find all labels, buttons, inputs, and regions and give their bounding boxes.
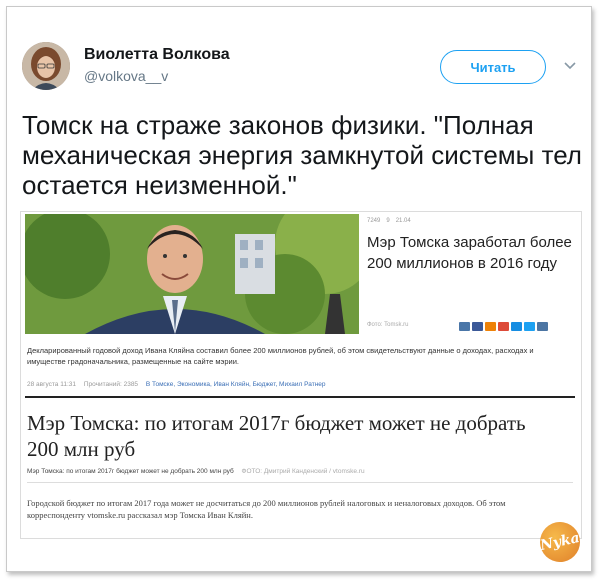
side-headline[interactable]: Мэр Томска заработал более 200 миллионов… bbox=[367, 232, 573, 274]
watermark-text: Nyka bbox=[538, 530, 582, 554]
meta-tags[interactable]: В Томске, Экономика, Иван Кляйн, Бюджет,… bbox=[146, 381, 326, 388]
meta-views: Прочитаний: 2385 bbox=[83, 381, 139, 388]
chevron-down-icon[interactable] bbox=[563, 58, 577, 72]
article-meta: 28 августа 11:31 Прочитаний: 2385 В Томс… bbox=[27, 381, 326, 388]
embedded-screenshot[interactable]: 7249 9 21.04 Мэр Томска заработал более … bbox=[20, 211, 582, 539]
second-headline[interactable]: Мэр Томска: по итогам 2017г бюджет может… bbox=[27, 410, 557, 462]
article-lead: Декларированный годовой доход Ивана Кляй… bbox=[27, 346, 534, 366]
avatar[interactable] bbox=[22, 42, 70, 90]
caption-text: Мэр Томска: по итогам 2017г бюджет может… bbox=[27, 468, 234, 475]
follow-button[interactable]: Читать bbox=[440, 50, 546, 84]
twitter-share-icon[interactable] bbox=[524, 322, 535, 331]
tweet-text: Томск на страже законов физики. "Полная … bbox=[22, 110, 582, 200]
author-name[interactable]: Виолетта Волкова bbox=[84, 46, 230, 64]
article-date: 21.04 bbox=[395, 218, 411, 224]
meta-date: 28 августа 11:31 bbox=[27, 381, 77, 388]
mail-share-icon[interactable] bbox=[511, 322, 522, 331]
ok-share-icon[interactable] bbox=[485, 322, 496, 331]
social-share-bar bbox=[459, 322, 548, 331]
author-handle[interactable]: @volkova__v bbox=[84, 68, 168, 84]
link-share-icon[interactable] bbox=[537, 322, 548, 331]
article-stats: 7249 9 21.04 bbox=[367, 218, 573, 224]
second-body: Городской бюджет по итогам 2017 года мож… bbox=[27, 498, 506, 520]
thin-divider bbox=[27, 482, 573, 483]
side-panel: 7249 9 21.04 Мэр Томска заработал более … bbox=[367, 218, 573, 336]
fb-share-icon[interactable] bbox=[472, 322, 483, 331]
second-caption: Мэр Томска: по итогам 2017г бюджет может… bbox=[27, 468, 365, 475]
comments-count: 9 bbox=[386, 218, 390, 224]
avatar-photo bbox=[22, 42, 70, 90]
gplus-share-icon[interactable] bbox=[498, 322, 509, 331]
photo-credit: Фото: Tomsk.ru bbox=[367, 322, 409, 328]
vk-share-icon[interactable] bbox=[459, 322, 470, 331]
caption-credit: ФОТО: Дмитрий Канденский / vtomske.ru bbox=[241, 468, 365, 475]
section-divider bbox=[25, 396, 575, 398]
views-count: 7249 bbox=[367, 218, 381, 224]
mayor-photo bbox=[25, 214, 359, 334]
